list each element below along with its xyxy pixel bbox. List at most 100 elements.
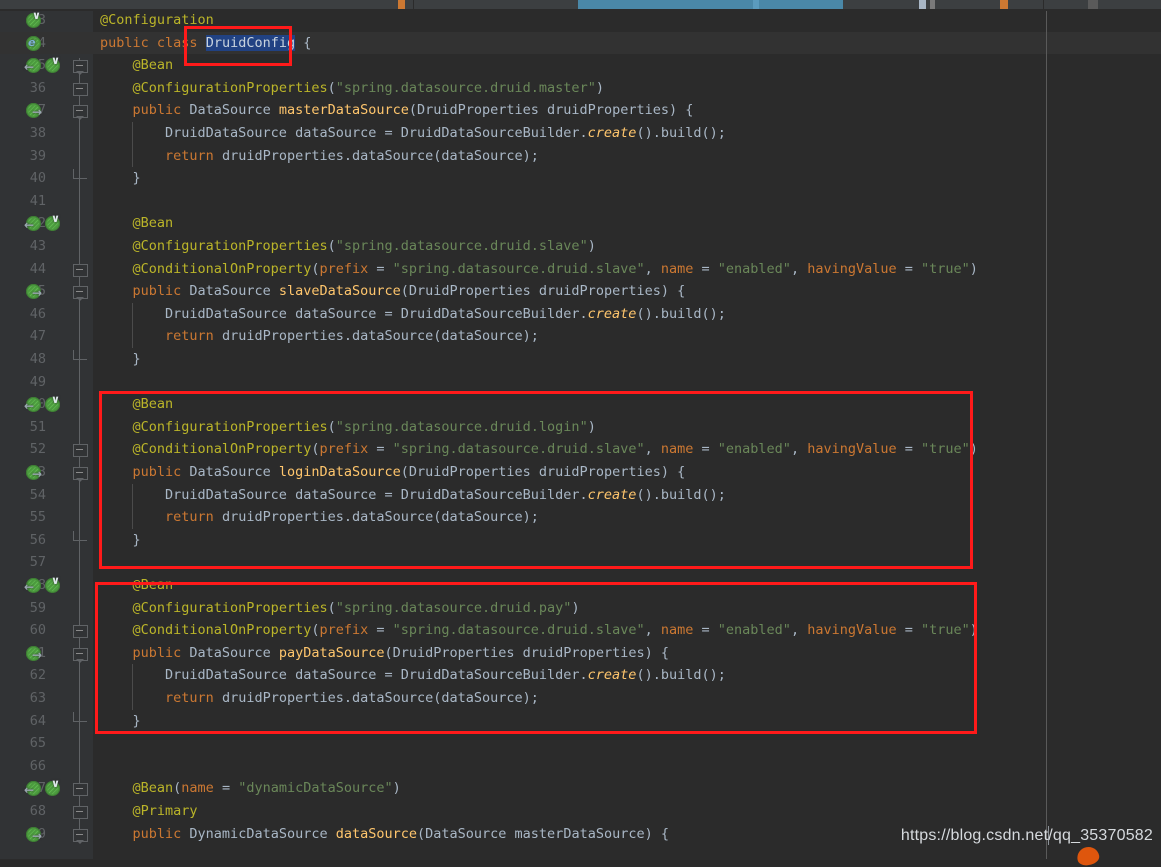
bean-left-icon[interactable]: ←: [24, 578, 41, 593]
code-editor[interactable]: 33@Configuration34public class DruidConf…: [0, 9, 1161, 859]
bean-left-icon[interactable]: ←: [24, 58, 41, 74]
bean-check-icon[interactable]: ∨: [45, 213, 60, 232]
code-text[interactable]: return druidProperties.dataSource(dataSo…: [100, 145, 539, 168]
fold-collapse-icon[interactable]: [73, 625, 88, 639]
code-line[interactable]: 57: [0, 551, 1161, 574]
code-line[interactable]: 45 public DataSource slaveDataSource(Dru…: [0, 280, 1161, 303]
code-text[interactable]: @ConfigurationProperties("spring.datasou…: [100, 77, 604, 100]
code-line[interactable]: 67 @Bean(name = "dynamicDataSource"): [0, 777, 1161, 800]
code-line[interactable]: 43 @ConfigurationProperties("spring.data…: [0, 235, 1161, 258]
code-text[interactable]: @ConditionalOnProperty(prefix = "spring.…: [100, 619, 978, 642]
code-line[interactable]: 39 return druidProperties.dataSource(dat…: [0, 145, 1161, 168]
fold-region-end[interactable]: [73, 350, 87, 360]
code-line[interactable]: 47 return druidProperties.dataSource(dat…: [0, 325, 1161, 348]
code-text[interactable]: public class DruidConfig {: [100, 32, 311, 55]
bean-check-icon[interactable]: ∨: [45, 394, 60, 413]
bean-right-icon[interactable]: →: [26, 103, 42, 119]
code-text[interactable]: }: [100, 529, 141, 552]
code-line[interactable]: 50 @Bean: [0, 393, 1161, 416]
fold-collapse-icon[interactable]: [73, 783, 88, 797]
code-text[interactable]: @Bean: [100, 393, 174, 416]
code-line[interactable]: 56 }: [0, 529, 1161, 552]
breadcrumb-active-segment[interactable]: [578, 0, 843, 9]
code-line[interactable]: 44 @ConditionalOnProperty(prefix = "spri…: [0, 258, 1161, 281]
code-line[interactable]: 68 @Primary: [0, 800, 1161, 823]
code-text[interactable]: return druidProperties.dataSource(dataSo…: [100, 325, 539, 348]
code-line[interactable]: 61 public DataSource payDataSource(Druid…: [0, 642, 1161, 665]
fold-collapse-icon[interactable]: [73, 828, 88, 844]
code-text[interactable]: public DataSource slaveDataSource(DruidP…: [100, 280, 686, 303]
bean-right-icon[interactable]: →: [26, 465, 42, 480]
code-text[interactable]: public DataSource loginDataSource(DruidP…: [100, 461, 686, 484]
fold-collapse-icon[interactable]: [73, 467, 88, 482]
code-line[interactable]: 59 @ConfigurationProperties("spring.data…: [0, 597, 1161, 620]
fold-region-end[interactable]: [73, 169, 87, 180]
bean-left-icon[interactable]: ←: [24, 781, 41, 797]
code-text[interactable]: DruidDataSource dataSource = DruidDataSo…: [100, 303, 726, 326]
fold-collapse-icon[interactable]: [73, 444, 88, 458]
fold-collapse-icon[interactable]: [73, 647, 88, 663]
fold-collapse-icon[interactable]: [73, 286, 88, 302]
code-text[interactable]: @ConfigurationProperties("spring.datasou…: [100, 597, 580, 620]
bean-check-icon[interactable]: ∨: [45, 778, 60, 797]
code-line[interactable]: 54 DruidDataSource dataSource = DruidDat…: [0, 484, 1161, 507]
code-line[interactable]: 40 }: [0, 167, 1161, 190]
code-line[interactable]: 34public class DruidConfig {: [0, 31, 1161, 55]
bean-e-icon[interactable]: e: [26, 35, 41, 51]
code-line[interactable]: 41: [0, 190, 1161, 213]
code-text[interactable]: @Bean(name = "dynamicDataSource"): [100, 777, 401, 800]
code-line[interactable]: 65: [0, 732, 1161, 755]
fold-collapse-icon[interactable]: [73, 806, 88, 819]
code-text[interactable]: @ConditionalOnProperty(prefix = "spring.…: [100, 438, 978, 461]
code-text[interactable]: DruidDataSource dataSource = DruidDataSo…: [100, 664, 726, 687]
code-text[interactable]: @Bean: [100, 54, 174, 77]
code-text[interactable]: public DataSource masterDataSource(Druid…: [100, 99, 694, 122]
code-text[interactable]: @Bean: [100, 574, 174, 597]
fold-region-end[interactable]: [73, 711, 87, 722]
code-text[interactable]: return druidProperties.dataSource(dataSo…: [100, 687, 539, 710]
bean-left-icon[interactable]: ←: [24, 216, 41, 232]
code-text[interactable]: @ConfigurationProperties("spring.datasou…: [100, 235, 596, 258]
code-line[interactable]: 49: [0, 371, 1161, 394]
code-text[interactable]: @ConditionalOnProperty(prefix = "spring.…: [100, 258, 978, 281]
code-line[interactable]: 55 return druidProperties.dataSource(dat…: [0, 506, 1161, 529]
code-line[interactable]: 58 @Bean: [0, 574, 1161, 597]
code-line[interactable]: 53 public DataSource loginDataSource(Dru…: [0, 461, 1161, 484]
code-text[interactable]: public DynamicDataSource dataSource(Data…: [100, 823, 669, 846]
bean-check-icon[interactable]: ∨: [45, 575, 60, 593]
code-line[interactable]: 66: [0, 755, 1161, 778]
code-text[interactable]: return druidProperties.dataSource(dataSo…: [100, 506, 539, 529]
fold-region-end[interactable]: [73, 530, 87, 541]
code-line[interactable]: 46 DruidDataSource dataSource = DruidDat…: [0, 303, 1161, 326]
code-line[interactable]: 33@Configuration: [0, 9, 1161, 32]
code-line[interactable]: 63 return druidProperties.dataSource(dat…: [0, 687, 1161, 710]
code-line[interactable]: 64 }: [0, 710, 1161, 733]
fold-collapse-icon[interactable]: [73, 263, 88, 277]
code-line[interactable]: 60 @ConditionalOnProperty(prefix = "spri…: [0, 619, 1161, 642]
code-text[interactable]: }: [100, 710, 141, 733]
fold-collapse-icon[interactable]: [73, 60, 88, 76]
code-line[interactable]: 36 @ConfigurationProperties("spring.data…: [0, 77, 1161, 100]
code-text[interactable]: @Bean: [100, 212, 174, 235]
code-line[interactable]: 62 DruidDataSource dataSource = DruidDat…: [0, 664, 1161, 687]
code-text[interactable]: DruidDataSource dataSource = DruidDataSo…: [100, 122, 726, 145]
code-text[interactable]: @Primary: [100, 800, 198, 823]
bean-check-icon[interactable]: ∨: [45, 55, 60, 74]
code-line[interactable]: 51 @ConfigurationProperties("spring.data…: [0, 416, 1161, 439]
code-line[interactable]: 35 @Bean: [0, 54, 1161, 77]
fold-collapse-icon[interactable]: [73, 82, 88, 96]
bean-right-icon[interactable]: →: [26, 284, 42, 300]
code-text[interactable]: DruidDataSource dataSource = DruidDataSo…: [100, 484, 726, 507]
fold-collapse-icon[interactable]: [73, 105, 88, 121]
code-text[interactable]: @Configuration: [100, 9, 214, 32]
bean-left-icon[interactable]: ←: [24, 397, 41, 413]
code-line[interactable]: 48 }: [0, 348, 1161, 371]
breadcrumb-bar[interactable]: [0, 0, 1161, 9]
code-text[interactable]: public DataSource payDataSource(DruidPro…: [100, 642, 669, 665]
code-line[interactable]: 42 @Bean: [0, 212, 1161, 235]
bean-right-icon[interactable]: →: [26, 826, 42, 842]
code-line[interactable]: 37 public DataSource masterDataSource(Dr…: [0, 99, 1161, 122]
bean-right-icon[interactable]: →: [26, 645, 42, 661]
code-text[interactable]: }: [100, 167, 141, 190]
code-text[interactable]: }: [100, 348, 141, 371]
